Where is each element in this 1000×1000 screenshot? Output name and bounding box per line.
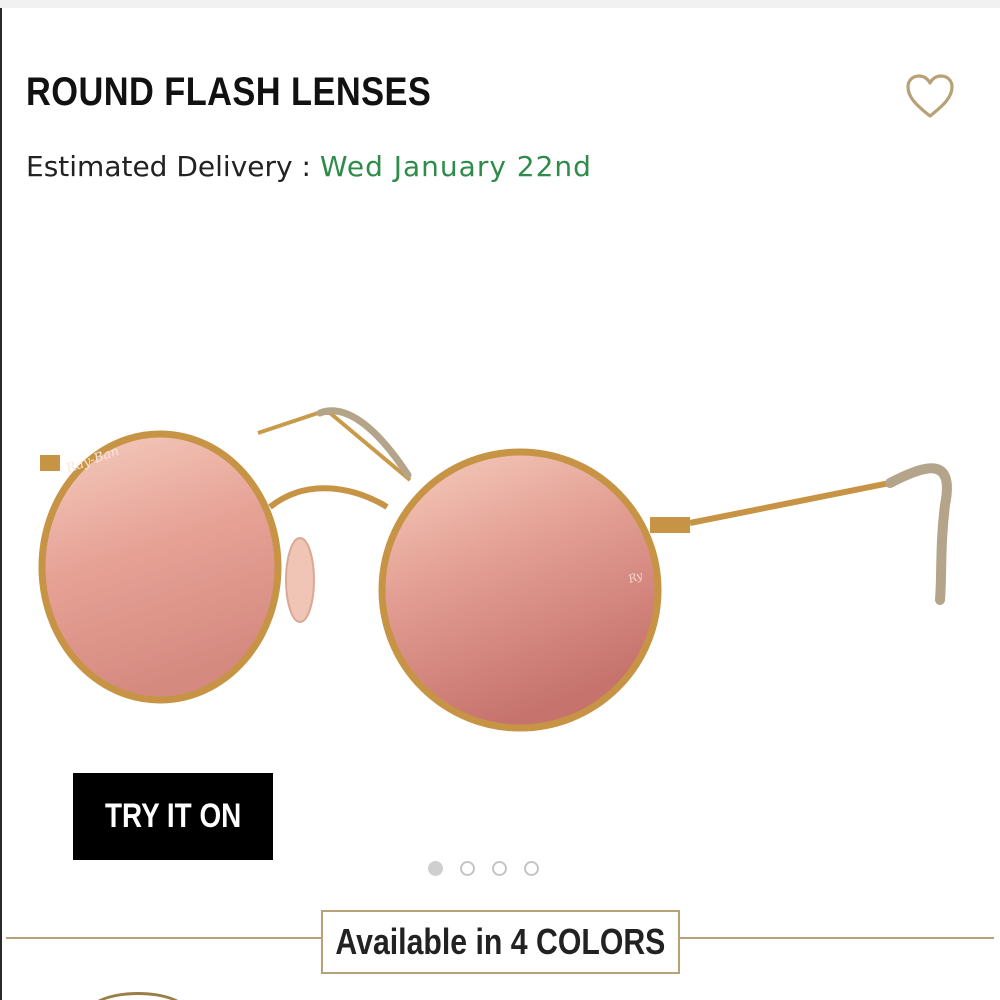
divider-right xyxy=(680,937,994,939)
available-colors-button[interactable]: Available in 4 COLORS xyxy=(321,910,680,974)
color-swatch[interactable] xyxy=(88,992,188,1000)
carousel-dot-3[interactable] xyxy=(492,861,507,876)
product-page: ROUND FLASH LENSES Estimated Delivery : … xyxy=(0,0,1000,1000)
carousel-dot-4[interactable] xyxy=(524,861,539,876)
top-strip xyxy=(0,0,1000,8)
left-border xyxy=(0,8,2,1000)
carousel-dot-1[interactable] xyxy=(428,861,443,876)
product-image: Ray-Ban Ry xyxy=(38,407,952,732)
delivery-label: Estimated Delivery : xyxy=(26,150,320,183)
try-it-on-label: TRY IT ON xyxy=(104,797,242,835)
delivery-date: Wed January 22nd xyxy=(319,150,592,183)
carousel-dots xyxy=(428,861,539,876)
carousel-dot-2[interactable] xyxy=(460,861,475,876)
estimated-delivery: Estimated Delivery : Wed January 22nd xyxy=(26,150,592,183)
available-colors-label: Available in 4 COLORS xyxy=(335,921,666,962)
wishlist-button[interactable] xyxy=(904,72,956,120)
try-it-on-button[interactable]: TRY IT ON xyxy=(73,773,273,860)
divider-left xyxy=(6,937,322,939)
heart-outline-icon xyxy=(906,74,954,118)
product-title: ROUND FLASH LENSES xyxy=(26,70,432,114)
